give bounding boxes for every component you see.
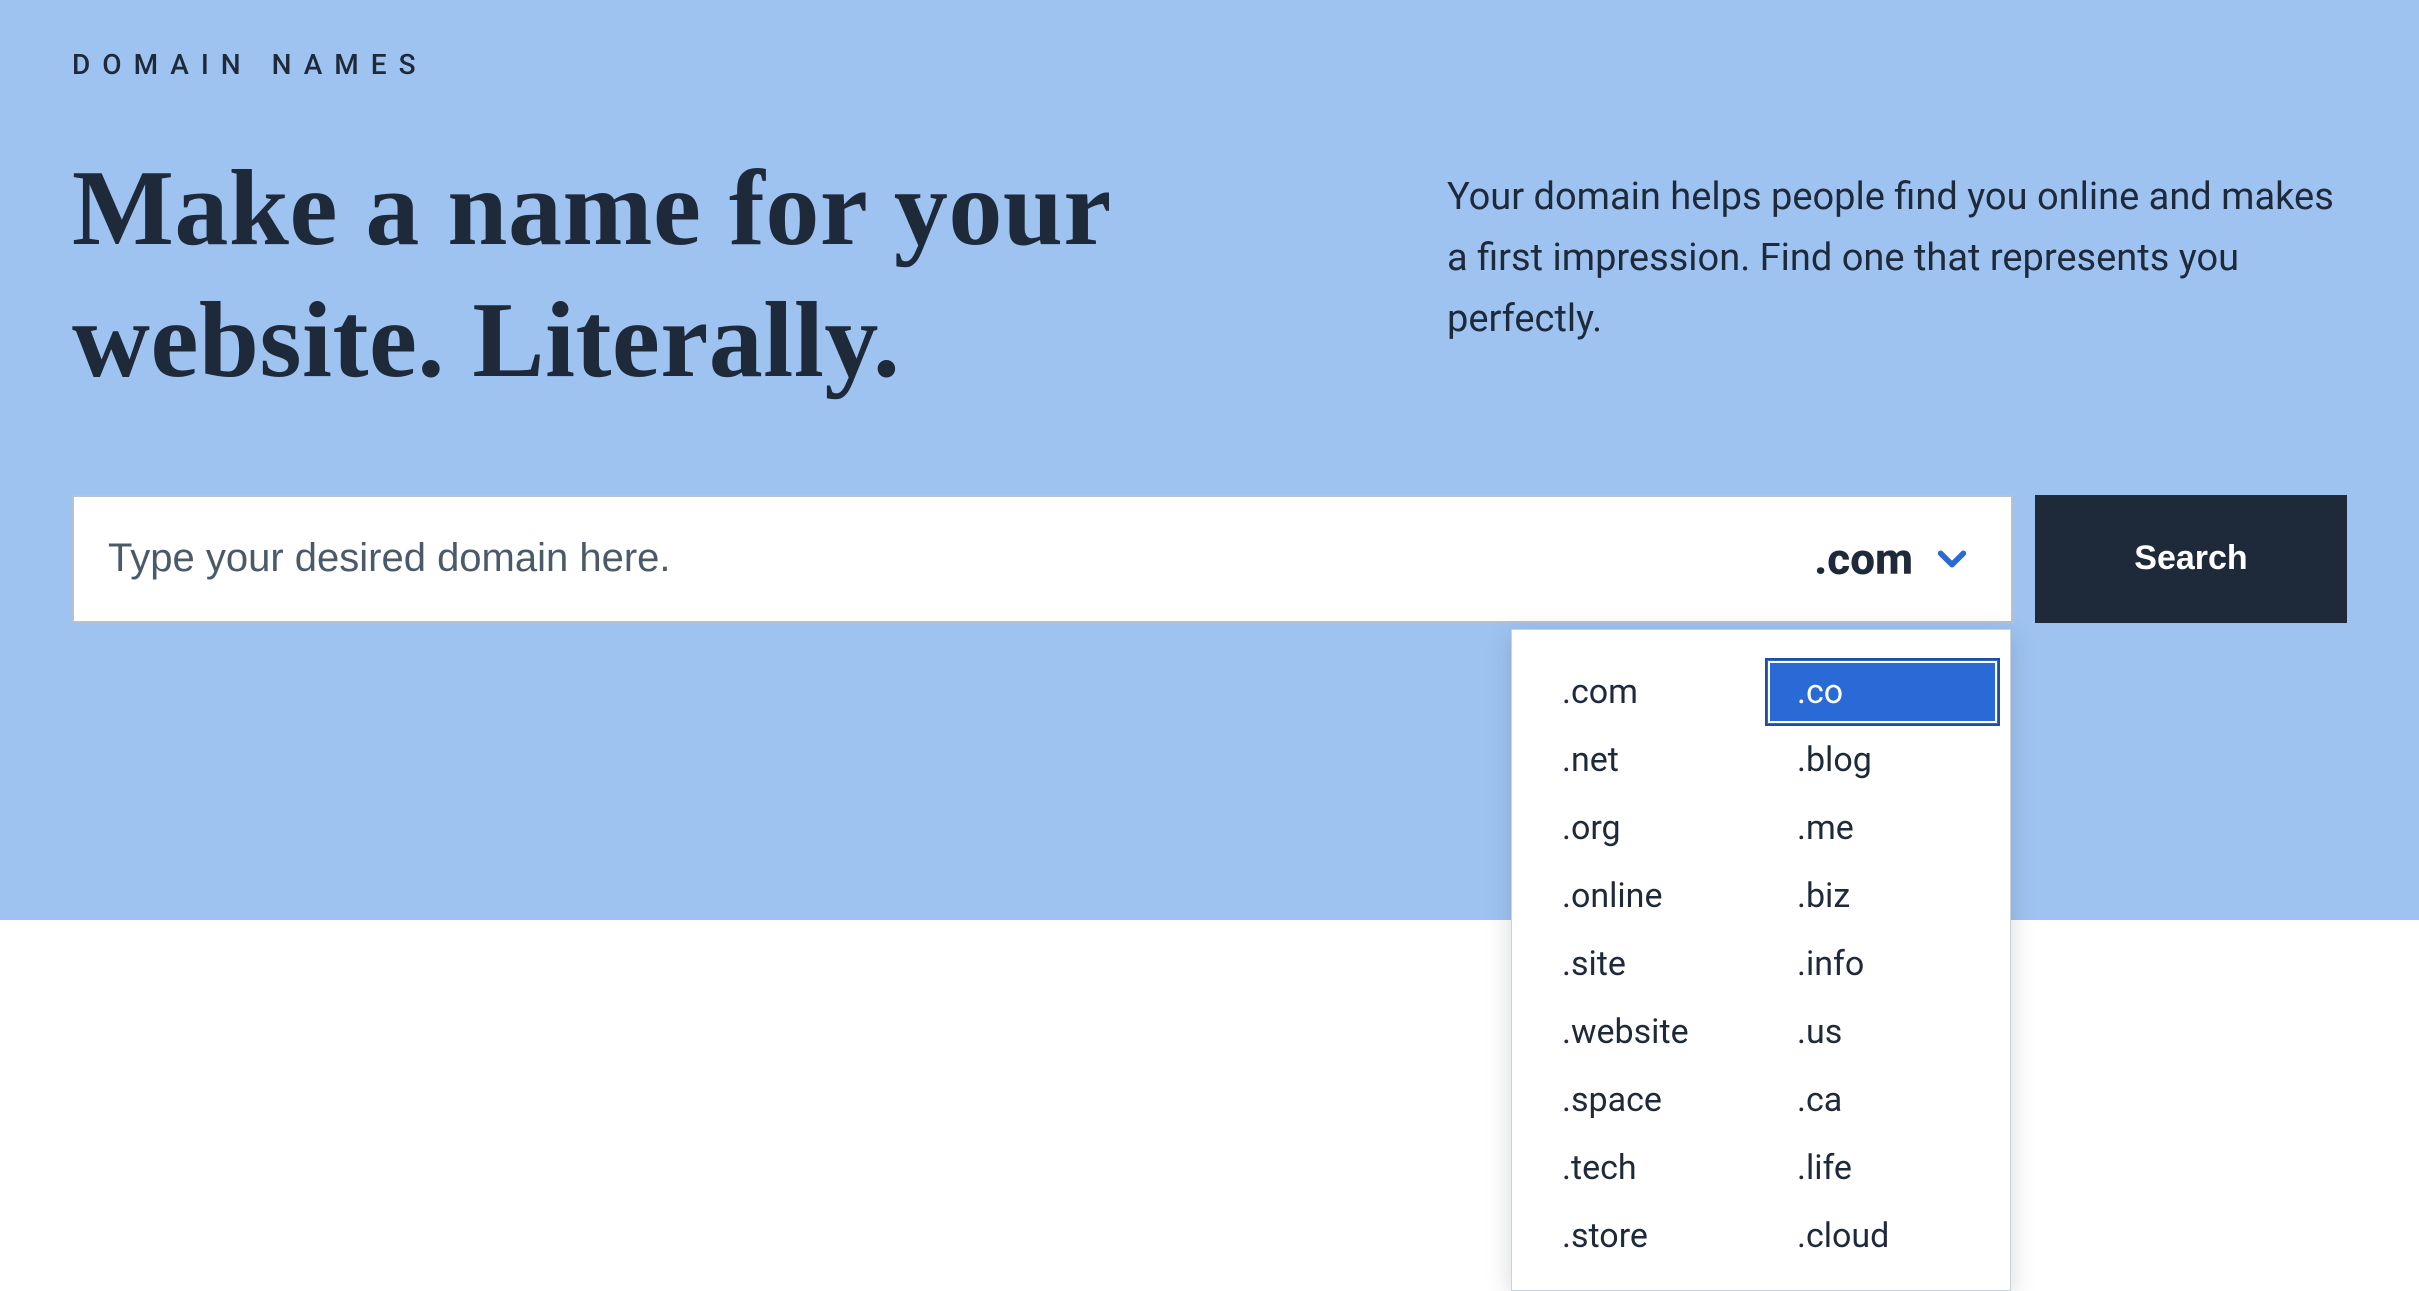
tld-option[interactable]: .store <box>1530 1202 1765 1270</box>
tld-option[interactable]: .me <box>1765 794 2000 862</box>
tld-option[interactable]: .info <box>1765 930 2000 998</box>
tld-option[interactable]: .space <box>1530 1066 1765 1134</box>
tld-dropdown-col1: .com.net.org.online.site.website.space.t… <box>1530 658 1765 1270</box>
tld-option[interactable]: .life <box>1765 1134 2000 1202</box>
search-row: .com .com.net.org.online.site.website.sp… <box>72 495 2347 623</box>
tld-option[interactable]: .site <box>1530 930 1765 998</box>
domain-search-box: .com .com.net.org.online.site.website.sp… <box>72 495 2013 623</box>
tld-option[interactable]: .org <box>1530 794 1765 862</box>
chevron-down-icon <box>1935 542 1969 576</box>
tld-selected-label: .com <box>1814 533 1913 585</box>
tld-option[interactable]: .blog <box>1765 726 2000 794</box>
tld-option[interactable]: .co <box>1765 658 2000 726</box>
tld-dropdown-menu: .com.net.org.online.site.website.space.t… <box>1511 629 2011 1291</box>
hero-row: Make a name for your website. Literally.… <box>72 143 2347 407</box>
tld-option[interactable]: .us <box>1765 998 2000 1066</box>
tld-option[interactable]: .tech <box>1530 1134 1765 1202</box>
tld-dropdown-trigger[interactable]: .com <box>1772 497 2011 621</box>
hero-section: DOMAIN NAMES Make a name for your websit… <box>0 0 2419 920</box>
tld-option[interactable]: .online <box>1530 862 1765 930</box>
tld-option[interactable]: .biz <box>1765 862 2000 930</box>
tld-option[interactable]: .ca <box>1765 1066 2000 1134</box>
search-button[interactable]: Search <box>2035 495 2347 623</box>
tld-option[interactable]: .website <box>1530 998 1765 1066</box>
tld-option[interactable]: .com <box>1530 658 1765 726</box>
tld-option[interactable]: .cloud <box>1765 1202 2000 1270</box>
tld-option[interactable]: .net <box>1530 726 1765 794</box>
domain-search-input[interactable] <box>74 497 1772 621</box>
page-subhead: Your domain helps people find you online… <box>1447 143 2347 407</box>
eyebrow-label: DOMAIN NAMES <box>72 48 2347 81</box>
tld-dropdown-col2: .co.blog.me.biz.info.us.ca.life.cloud <box>1765 658 2000 1270</box>
page-headline: Make a name for your website. Literally. <box>72 143 1327 407</box>
